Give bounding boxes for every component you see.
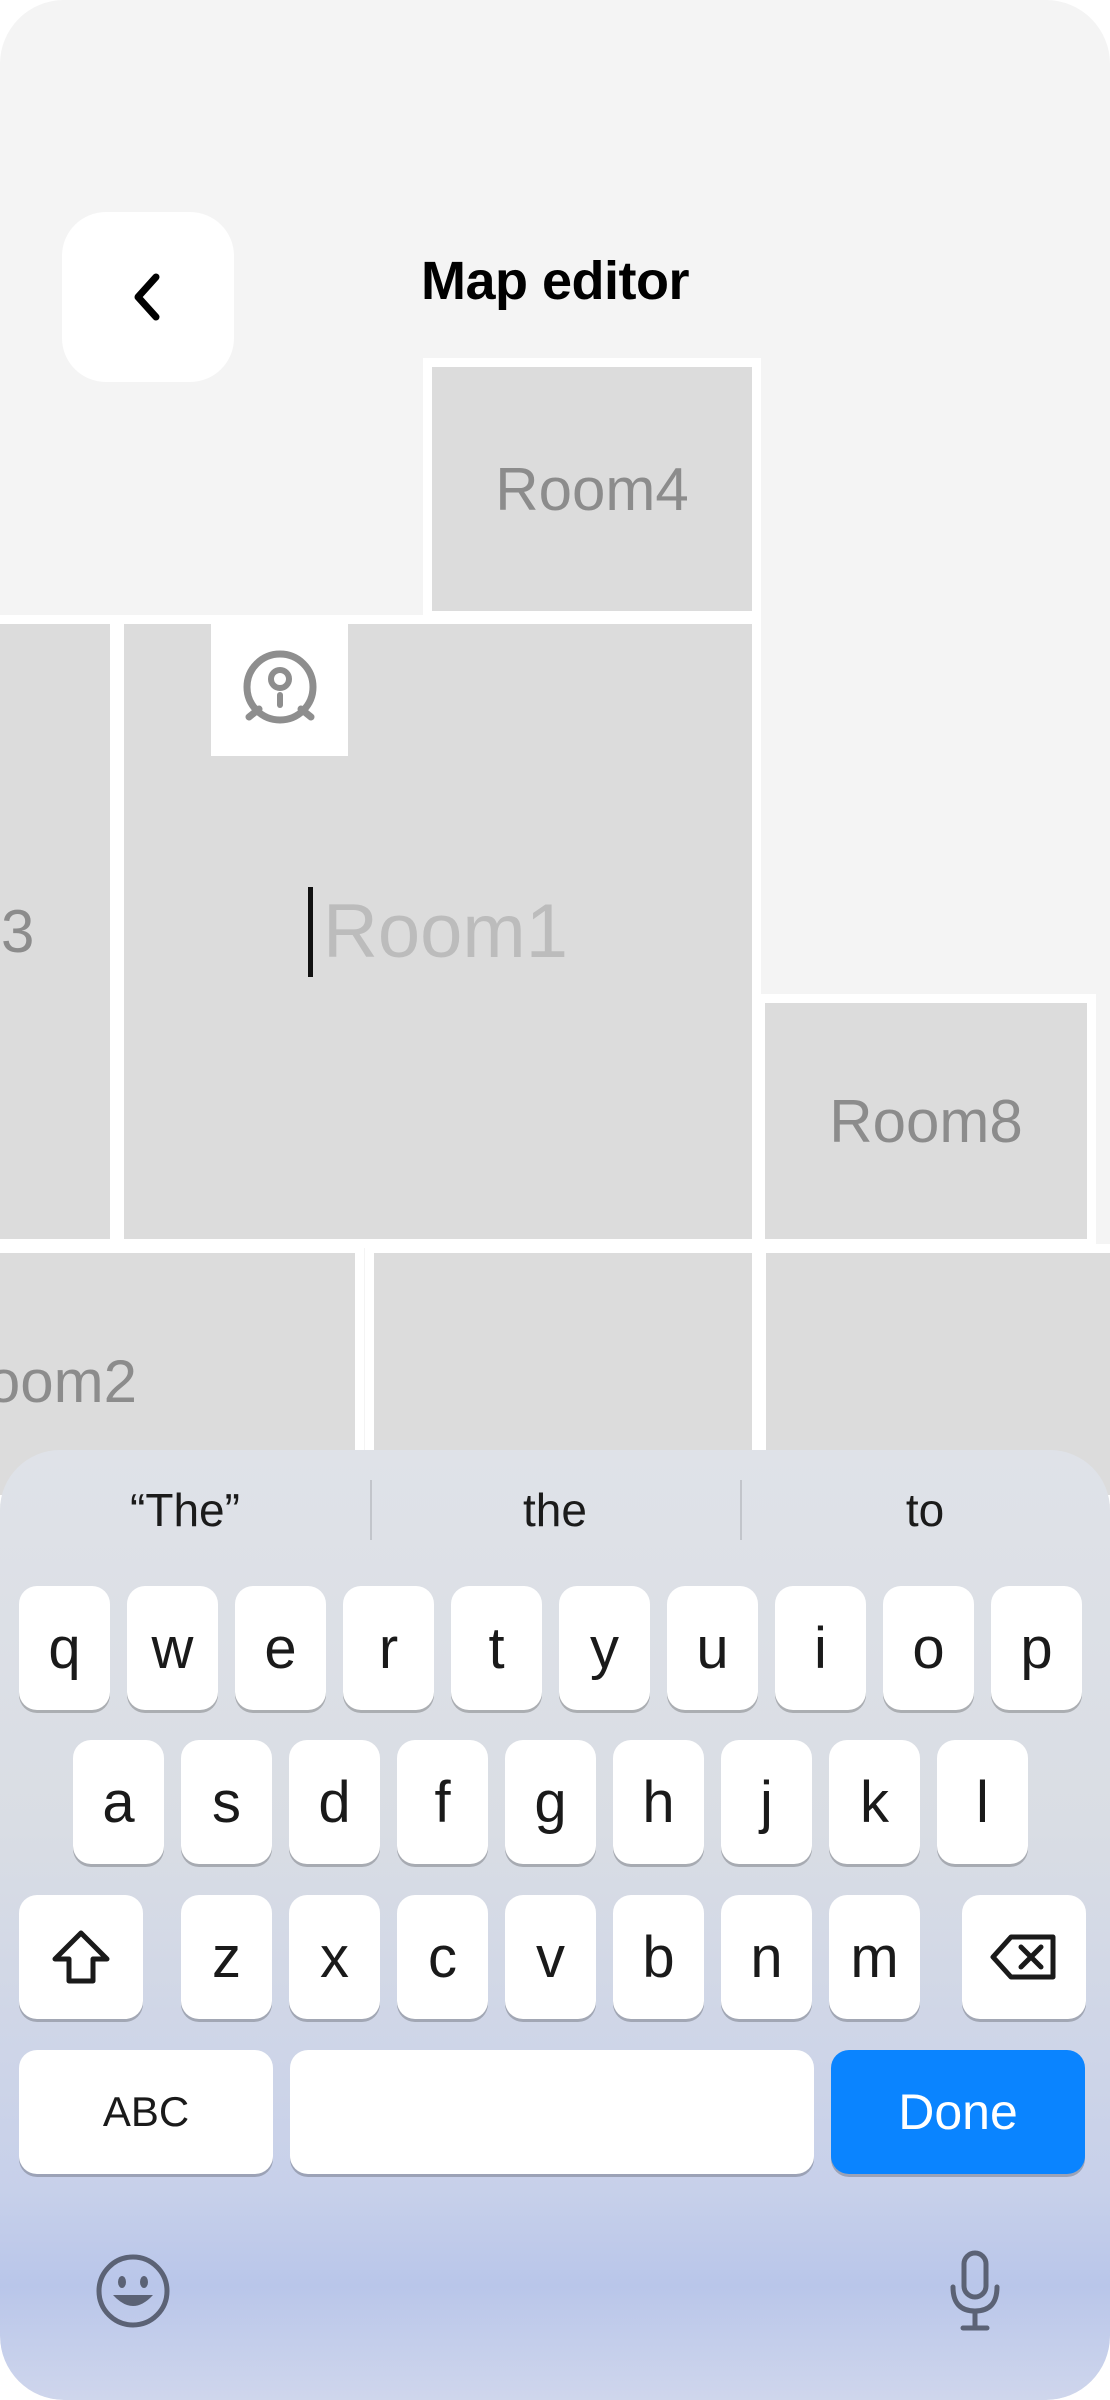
suggestion-item[interactable]: the — [370, 1474, 740, 1546]
key-w[interactable]: w — [127, 1586, 218, 1710]
space-key[interactable] — [290, 2050, 814, 2174]
microphone-button[interactable] — [920, 2236, 1030, 2346]
key-t[interactable]: t — [451, 1586, 542, 1710]
room-label: oom2 — [0, 1348, 137, 1415]
key-g[interactable]: g — [505, 1740, 596, 1864]
robot-vacuum-icon — [243, 650, 316, 724]
room-name-placeholder: Room1 — [323, 889, 568, 974]
key-d[interactable]: d — [289, 1740, 380, 1864]
room-room4[interactable]: Room4 — [423, 358, 761, 620]
page-title: Map editor — [420, 251, 690, 311]
abc-key[interactable]: ABC — [19, 2050, 273, 2174]
key-p[interactable]: p — [991, 1586, 1082, 1710]
suggestion-item[interactable]: “The” — [0, 1474, 370, 1546]
room-label: 3 — [1, 898, 35, 965]
room-room8[interactable]: Room8 — [756, 994, 1096, 1248]
key-e[interactable]: e — [235, 1586, 326, 1710]
screen: Map editor Room4 3 Room1 Room8 oom2 “The… — [0, 0, 1110, 2400]
key-i[interactable]: i — [775, 1586, 866, 1710]
key-f[interactable]: f — [397, 1740, 488, 1864]
key-z[interactable]: z — [181, 1895, 272, 2019]
key-s[interactable]: s — [181, 1740, 272, 1864]
room-room3[interactable]: 3 — [0, 615, 119, 1248]
key-y[interactable]: y — [559, 1586, 650, 1710]
emoji-icon — [96, 2254, 170, 2328]
key-k[interactable]: k — [829, 1740, 920, 1864]
key-l[interactable]: l — [937, 1740, 1028, 1864]
shift-icon — [52, 1930, 110, 1984]
delete-key[interactable] — [962, 1895, 1086, 2019]
delete-icon — [990, 1934, 1056, 1980]
key-v[interactable]: v — [505, 1895, 596, 2019]
microphone-icon — [950, 2250, 1000, 2331]
robot-position-badge — [211, 624, 348, 756]
room-label: Room8 — [829, 1087, 1023, 1155]
shift-key[interactable] — [19, 1895, 143, 2019]
key-x[interactable]: x — [289, 1895, 380, 2019]
key-h[interactable]: h — [613, 1740, 704, 1864]
key-c[interactable]: c — [397, 1895, 488, 2019]
done-button[interactable]: Done — [831, 2050, 1085, 2174]
key-o[interactable]: o — [883, 1586, 974, 1710]
key-m[interactable]: m — [829, 1895, 920, 2019]
room-label: Room4 — [495, 455, 689, 523]
key-b[interactable]: b — [613, 1895, 704, 2019]
key-j[interactable]: j — [721, 1740, 812, 1864]
text-caret — [308, 886, 313, 977]
suggestion-item[interactable]: to — [740, 1474, 1110, 1546]
key-q[interactable]: q — [19, 1586, 110, 1710]
key-n[interactable]: n — [721, 1895, 812, 2019]
room-name-input[interactable]: Room1 — [308, 886, 568, 977]
emoji-button[interactable] — [78, 2236, 188, 2346]
suggestion-bar: “The” the to — [0, 1450, 1110, 1570]
key-r[interactable]: r — [343, 1586, 434, 1710]
keyboard: “The” the to q w e r t y u i o p a s d f… — [0, 1450, 1110, 2400]
key-u[interactable]: u — [667, 1586, 758, 1710]
key-a[interactable]: a — [73, 1740, 164, 1864]
